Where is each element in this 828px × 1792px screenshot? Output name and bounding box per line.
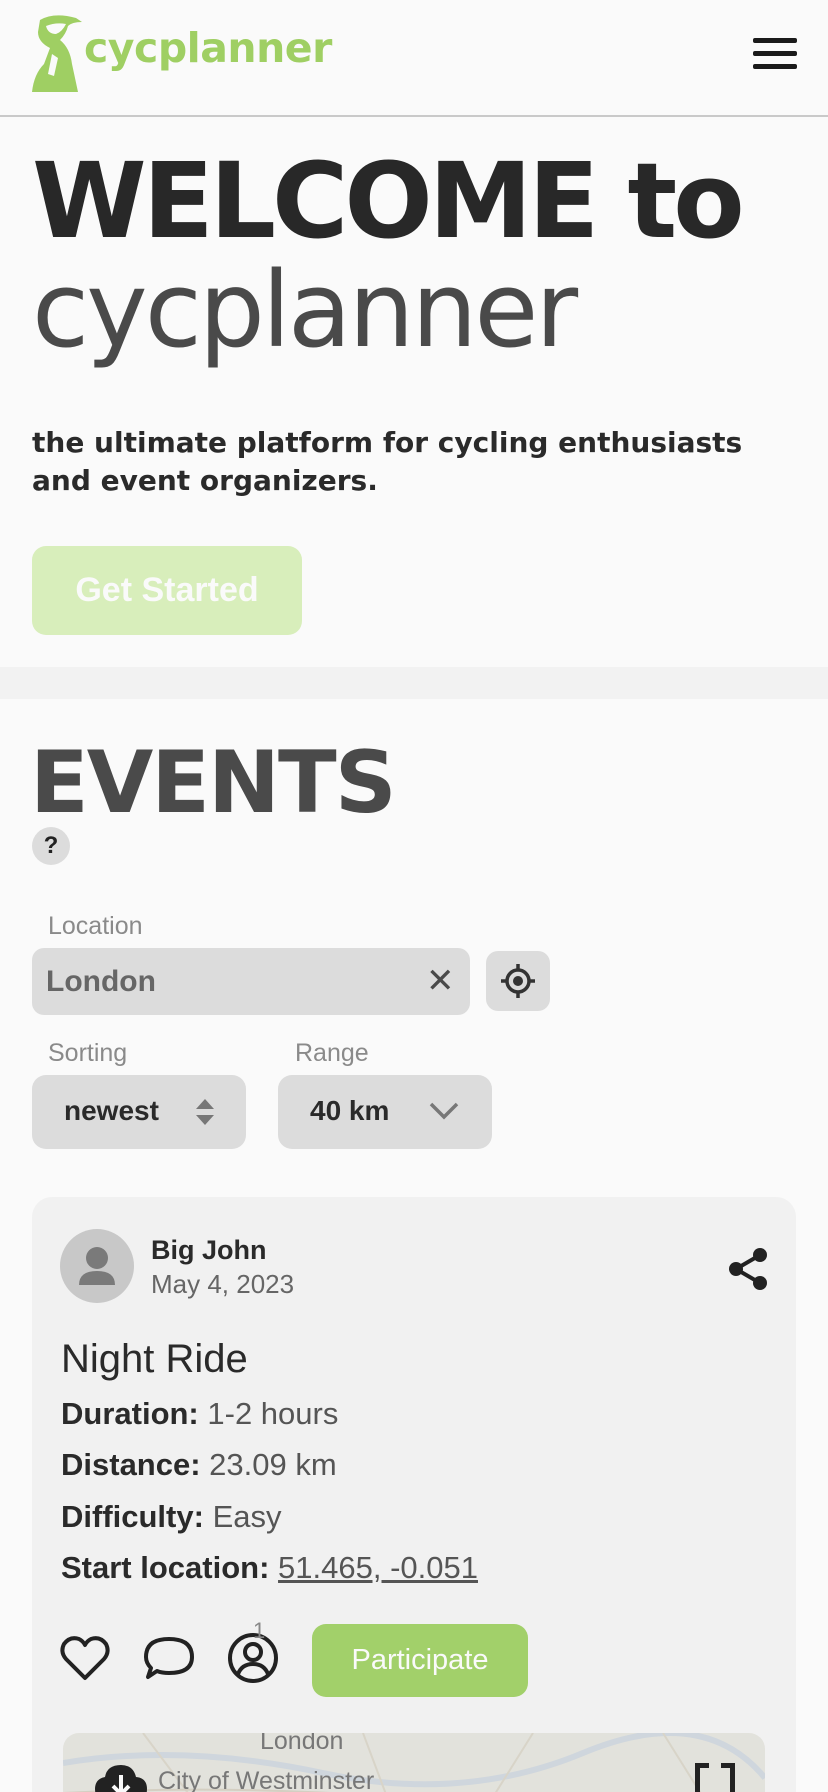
section-divider	[0, 667, 828, 699]
location-input[interactable]: London ✕	[32, 948, 470, 1015]
sorting-value: newest	[64, 1095, 159, 1126]
event-author[interactable]: Big John	[151, 1235, 267, 1266]
sort-arrows-icon	[196, 1099, 214, 1125]
chevron-down-icon	[429, 1102, 459, 1120]
hero-title: WELCOME to	[32, 140, 745, 262]
cloud-download-icon[interactable]	[93, 1761, 149, 1792]
participants-count: 1	[253, 1618, 266, 1643]
event-difficulty: Difficulty: Easy	[61, 1499, 282, 1534]
location-label: Location	[48, 912, 143, 940]
get-started-button[interactable]: Get Started	[32, 546, 302, 635]
event-duration: Duration: 1-2 hours	[61, 1396, 339, 1431]
hero-subtitle: the ultimate platform for cycling enthus…	[32, 426, 743, 497]
event-title: Night Ride	[61, 1337, 248, 1381]
clear-icon[interactable]: ✕	[426, 962, 455, 1000]
range-value: 40 km	[310, 1095, 390, 1126]
heart-icon[interactable]	[58, 1631, 112, 1685]
event-start-location: Start location: 51.465, -0.051	[61, 1550, 478, 1585]
help-button[interactable]: ?	[32, 827, 70, 865]
participate-button[interactable]: Participate	[312, 1624, 528, 1697]
sorting-select[interactable]: newest	[32, 1075, 246, 1149]
location-value: London	[46, 965, 156, 998]
top-header: cycplanner	[0, 0, 828, 117]
user-avatar-icon	[79, 1247, 115, 1285]
map-label-london: London	[260, 1733, 344, 1755]
start-location-link[interactable]: 51.465, -0.051	[278, 1550, 478, 1585]
comment-icon[interactable]	[142, 1631, 196, 1685]
sorting-label: Sorting	[48, 1039, 128, 1067]
hamburger-menu-icon[interactable]	[753, 38, 797, 74]
event-map[interactable]: London City of Westminster	[63, 1733, 765, 1792]
event-card[interactable]: Big John May 4, 2023 Night Ride Duration…	[32, 1197, 796, 1792]
hero-title-brand: cycplanner	[32, 249, 578, 371]
range-select[interactable]: 40 km	[278, 1075, 492, 1149]
event-date: May 4, 2023	[151, 1269, 295, 1299]
map-label-westminster: City of Westminster	[158, 1767, 375, 1792]
avatar[interactable]	[60, 1229, 134, 1303]
crosshair-icon	[501, 964, 535, 998]
locate-button[interactable]	[486, 951, 550, 1011]
logo-text: cycplanner	[84, 24, 332, 72]
events-title: EVENTS	[30, 733, 397, 833]
event-distance: Distance: 23.09 km	[61, 1447, 337, 1482]
logo[interactable]: cycplanner	[32, 14, 332, 92]
share-icon[interactable]	[726, 1247, 770, 1291]
cyclist-logo-icon	[32, 15, 82, 92]
range-label: Range	[295, 1039, 369, 1067]
